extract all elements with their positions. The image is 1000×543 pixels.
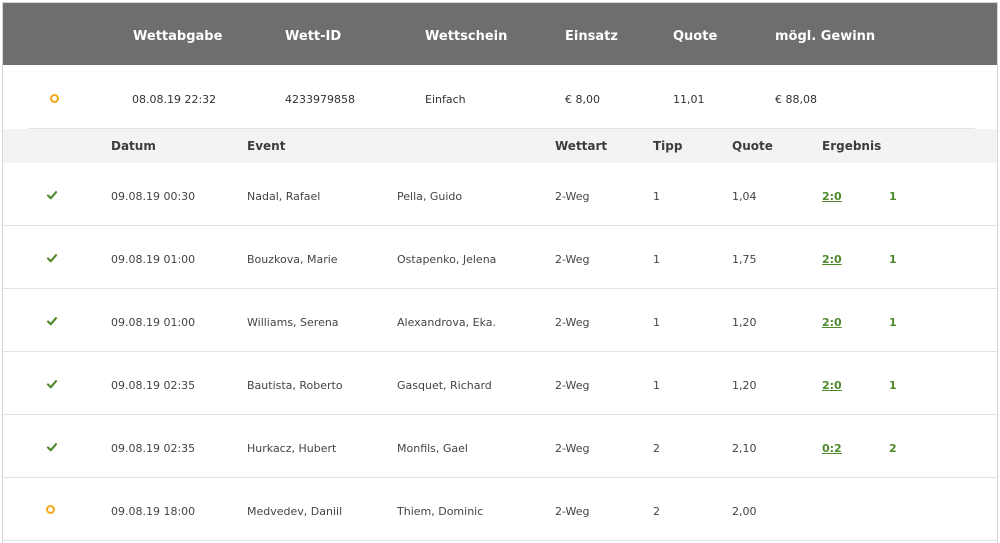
selection-odds: 2,00 — [732, 505, 757, 518]
selection-bet-type: 2-Weg — [555, 190, 590, 203]
pending-circle-icon — [50, 94, 59, 103]
result-outcome: 1 — [889, 379, 897, 392]
summary-bet-id: 4233979858 — [285, 93, 355, 106]
selection-odds: 1,20 — [732, 379, 757, 392]
selection-date: 09.08.19 01:00 — [111, 253, 196, 266]
result-score-link[interactable]: 2:0 — [822, 316, 842, 329]
selection-tip: 2 — [653, 442, 660, 455]
result-outcome: 1 — [889, 316, 897, 329]
result-score-link[interactable]: 2:0 — [822, 190, 842, 203]
selection-row[interactable]: 09.08.19 02:35 Bautista, Roberto Gasquet… — [3, 352, 997, 415]
selection-away-player: Ostapenko, Jelena — [397, 253, 497, 266]
selection-tip: 1 — [653, 253, 660, 266]
selection-home-player: Medvedev, Daniil — [247, 505, 343, 518]
selection-row[interactable]: 09.08.19 02:35 Hurkacz, Hubert Monfils, … — [3, 415, 997, 478]
selection-odds: 1,04 — [732, 190, 757, 203]
selection-bet-type: 2-Weg — [555, 379, 590, 392]
selection-date: 09.08.19 02:35 — [111, 442, 196, 455]
selection-bet-type: 2-Weg — [555, 253, 590, 266]
selection-home-player: Bouzkova, Marie — [247, 253, 338, 266]
selection-odds: 2,10 — [732, 442, 757, 455]
summary-odds: 11,01 — [673, 93, 705, 106]
bet-detail-panel: Wettabgabe Wett-ID Wettschein Einsatz Qu… — [2, 2, 998, 543]
selection-tip: 1 — [653, 379, 660, 392]
selection-tip: 1 — [653, 190, 660, 203]
column-event: Event — [247, 139, 286, 153]
header-moegl-gewinn: mögl. Gewinn — [775, 29, 876, 44]
selection-away-player: Gasquet, Richard — [397, 379, 492, 392]
selection-bet-type: 2-Weg — [555, 316, 590, 329]
selection-away-player: Thiem, Dominic — [397, 505, 484, 518]
result-outcome: 1 — [889, 190, 897, 203]
selection-row[interactable]: 09.08.19 01:00 Williams, Serena Alexandr… — [3, 289, 997, 352]
selection-odds: 1,20 — [732, 316, 757, 329]
pending-circle-icon — [46, 505, 55, 514]
selection-date: 09.08.19 18:00 — [111, 505, 196, 518]
selection-odds: 1,75 — [732, 253, 757, 266]
summary-date: 08.08.19 22:32 — [132, 93, 217, 106]
summary-possible-win: € 88,08 — [775, 93, 817, 106]
selection-away-player: Alexandrova, Eka. — [397, 316, 496, 329]
selection-row[interactable]: 09.08.19 01:00 Bouzkova, Marie Ostapenko… — [3, 226, 997, 289]
column-tipp: Tipp — [653, 139, 683, 153]
bet-header-bar: Wettabgabe Wett-ID Wettschein Einsatz Qu… — [3, 3, 997, 65]
selection-date: 09.08.19 02:35 — [111, 379, 196, 392]
selection-column-headers: Datum Event Wettart Tipp Quote Ergebnis — [3, 129, 997, 163]
result-score-link[interactable]: 0:2 — [822, 442, 842, 455]
selection-date: 09.08.19 00:30 — [111, 190, 196, 203]
selection-tip: 2 — [653, 505, 660, 518]
header-wettschein: Wettschein — [425, 29, 508, 44]
selection-bet-type: 2-Weg — [555, 505, 590, 518]
selection-away-player: Monfils, Gael — [397, 442, 468, 455]
selection-home-player: Williams, Serena — [247, 316, 339, 329]
header-wett-id: Wett-ID — [285, 29, 342, 44]
result-outcome: 2 — [889, 442, 897, 455]
header-quote: Quote — [673, 29, 718, 44]
selection-list: 09.08.19 00:30 Nadal, Rafael Pella, Guid… — [3, 163, 997, 541]
selection-away-player: Pella, Guido — [397, 190, 463, 203]
check-icon — [46, 380, 58, 389]
header-einsatz: Einsatz — [565, 29, 618, 44]
result-score-link[interactable]: 2:0 — [822, 253, 842, 266]
check-icon — [46, 317, 58, 326]
column-quote: Quote — [732, 139, 773, 153]
check-icon — [46, 443, 58, 452]
column-datum: Datum — [111, 139, 156, 153]
column-ergebnis: Ergebnis — [822, 139, 882, 153]
selection-row[interactable]: 09.08.19 18:00 Medvedev, Daniil Thiem, D… — [3, 478, 997, 541]
result-score-link[interactable]: 2:0 — [822, 379, 842, 392]
summary-stake: € 8,00 — [565, 93, 600, 106]
bet-summary-row[interactable]: 08.08.19 22:32 4233979858 Einfach € 8,00… — [3, 65, 997, 129]
selection-bet-type: 2-Weg — [555, 442, 590, 455]
selection-date: 09.08.19 01:00 — [111, 316, 196, 329]
selection-tip: 1 — [653, 316, 660, 329]
check-icon — [46, 254, 58, 263]
result-outcome: 1 — [889, 253, 897, 266]
header-wettabgabe: Wettabgabe — [133, 29, 223, 44]
selection-home-player: Nadal, Rafael — [247, 190, 321, 203]
column-wettart: Wettart — [555, 139, 608, 153]
selection-home-player: Bautista, Roberto — [247, 379, 343, 392]
summary-bet-type: Einfach — [425, 93, 466, 106]
selection-row[interactable]: 09.08.19 00:30 Nadal, Rafael Pella, Guid… — [3, 163, 997, 226]
selection-home-player: Hurkacz, Hubert — [247, 442, 337, 455]
check-icon — [46, 191, 58, 200]
